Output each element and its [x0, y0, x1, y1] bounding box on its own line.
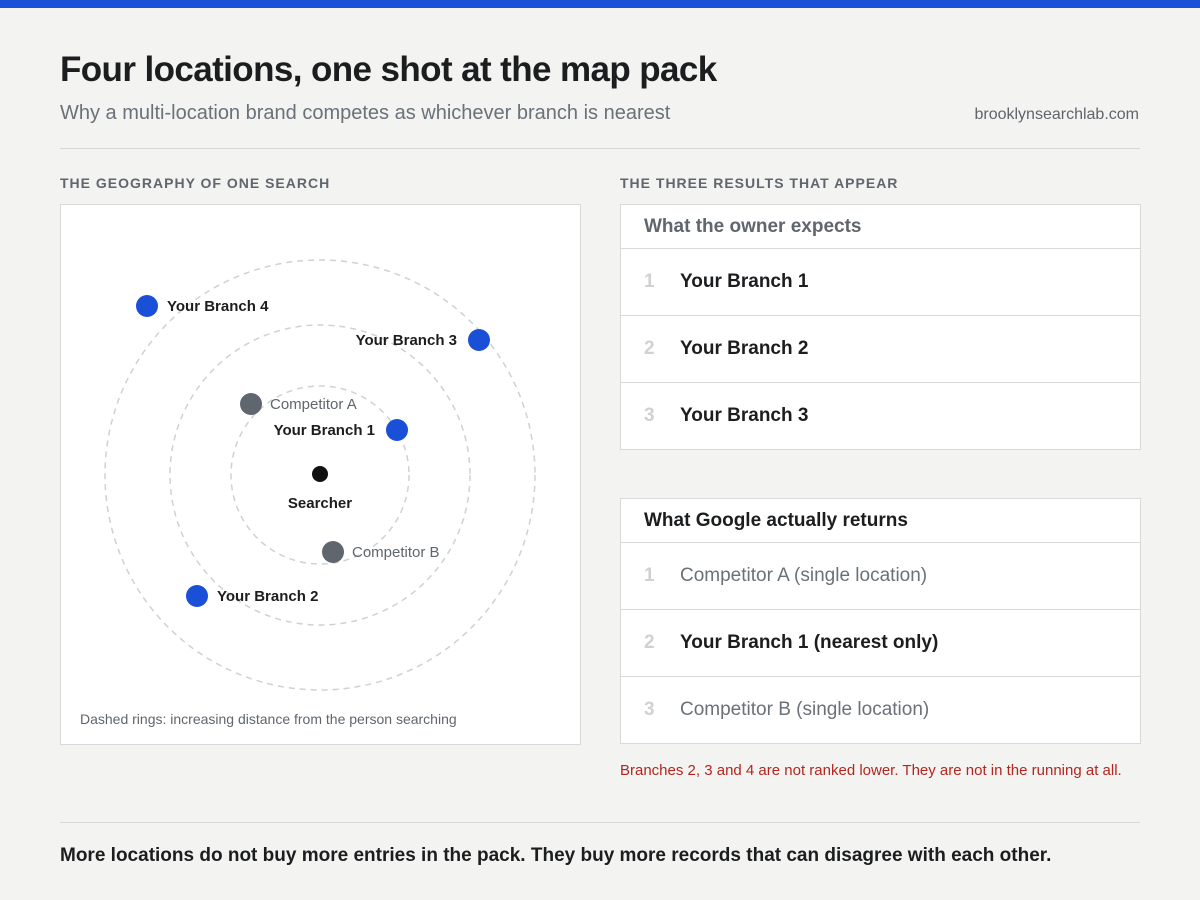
expected-result-row: 1 Your Branch 1: [621, 249, 1140, 316]
result-rank: 1: [644, 271, 655, 292]
page-subtitle: Why a multi-location brand competes as w…: [60, 102, 671, 124]
expected-result-row: 2 Your Branch 2: [621, 316, 1140, 383]
branch-3-label: Your Branch 3: [356, 332, 457, 349]
result-rank: 1: [644, 565, 655, 586]
page-title: Four locations, one shot at the map pack: [60, 50, 717, 89]
expected-result-row: 3 Your Branch 3: [621, 383, 1140, 449]
searcher-label: Searcher: [288, 495, 352, 512]
searcher-dot: [312, 466, 328, 482]
competitor-a-label: Competitor A: [270, 396, 357, 413]
map-section-label: THE GEOGRAPHY OF ONE SEARCH: [60, 175, 331, 191]
result-name: Your Branch 1: [680, 271, 809, 292]
expected-results-title: What the owner expects: [621, 205, 1140, 249]
result-name: Your Branch 3: [680, 405, 809, 426]
header-divider: [60, 148, 1140, 149]
geography-map: Searcher Your Branch 4 Your Branch 3 Com…: [60, 204, 581, 745]
branch-2-marker: Your Branch 2: [186, 585, 318, 607]
result-rank: 3: [644, 405, 655, 426]
actual-results-card: What Google actually returns 1 Competito…: [620, 498, 1141, 744]
actual-result-row: 3 Competitor B (single location): [621, 677, 1140, 743]
footer-divider: [60, 822, 1140, 823]
branch-1-label: Your Branch 1: [274, 422, 375, 439]
results-section-label: THE THREE RESULTS THAT APPEAR: [620, 175, 899, 191]
result-name: Competitor A (single location): [680, 565, 928, 586]
result-rank: 2: [644, 338, 655, 359]
expected-results-card: What the owner expects 1 Your Branch 1 2…: [620, 204, 1141, 450]
branch-1-marker: Your Branch 1: [274, 419, 408, 441]
branch-4-label: Your Branch 4: [167, 298, 269, 315]
actual-results-title: What Google actually returns: [621, 499, 1140, 543]
map-legend-note: Dashed rings: increasing distance from t…: [80, 711, 457, 727]
competitor-b-marker: Competitor B: [322, 541, 440, 563]
actual-result-row: 1 Competitor A (single location): [621, 543, 1140, 610]
competitor-a-marker: Competitor A: [240, 393, 357, 415]
branch-2-label: Your Branch 2: [217, 588, 318, 605]
branch-4-marker: Your Branch 4: [136, 295, 269, 317]
competitor-b-label: Competitor B: [352, 544, 440, 561]
result-rank: 3: [644, 699, 655, 720]
site-credit: brooklynsearchlab.com: [974, 106, 1139, 123]
result-rank: 2: [644, 632, 655, 653]
result-name: Competitor B (single location): [680, 699, 930, 720]
takeaway-statement: More locations do not buy more entries i…: [60, 845, 1052, 866]
not-ranked-warning: Branches 2, 3 and 4 are not ranked lower…: [620, 762, 1122, 779]
geography-diagram: Searcher Your Branch 4 Your Branch 3 Com…: [104, 259, 536, 691]
branch-3-marker: Your Branch 3: [356, 329, 490, 351]
top-accent-bar: [0, 0, 1200, 8]
actual-result-row: 2 Your Branch 1 (nearest only): [621, 610, 1140, 677]
result-name: Your Branch 2: [680, 338, 809, 359]
result-name: Your Branch 1 (nearest only): [680, 632, 939, 653]
